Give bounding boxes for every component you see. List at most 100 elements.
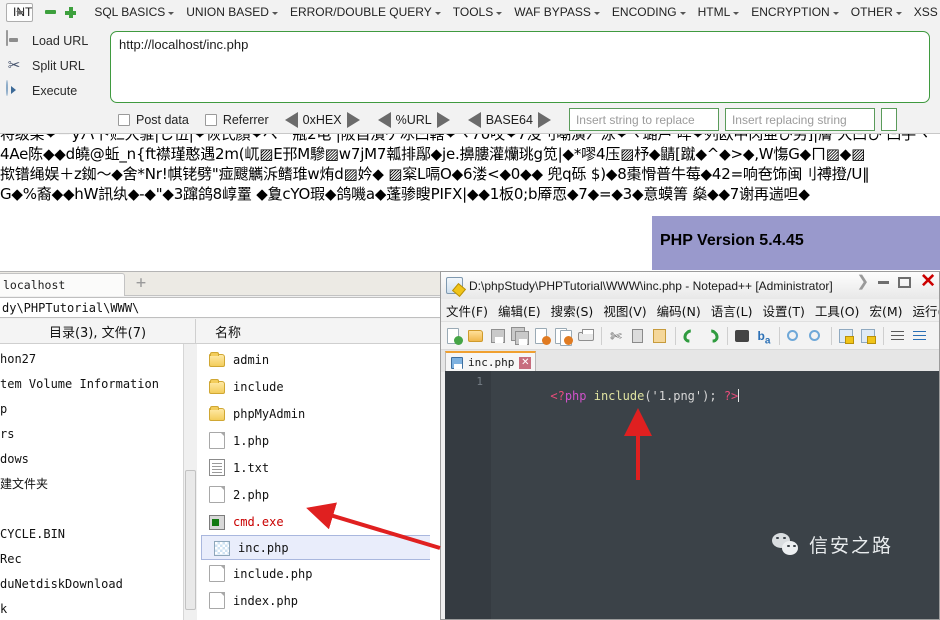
sync-horizontal-icon[interactable] — [859, 327, 877, 345]
tree-item[interactable]: tem Volume Information — [0, 371, 190, 396]
npp-menu-language[interactable]: 语言(L) — [706, 301, 758, 320]
close-all-icon[interactable] — [555, 327, 573, 346]
menu-encoding[interactable]: ENCODING — [606, 3, 692, 21]
base64-converter[interactable]: BASE64 — [467, 111, 551, 128]
arrow-right-icon[interactable] — [436, 111, 450, 128]
save-icon[interactable] — [489, 327, 507, 345]
split-url-button[interactable]: ✂ Split URL — [4, 53, 104, 78]
minus-icon[interactable] — [45, 10, 57, 14]
menu-other[interactable]: OTHER — [845, 3, 908, 21]
execute-button[interactable]: Execute — [4, 78, 104, 103]
list-item[interactable]: 1.txt — [197, 454, 440, 481]
code-editor[interactable]: 1 <?php include('1.png'); ?> — [445, 371, 939, 619]
find-icon[interactable] — [733, 327, 751, 345]
menu-waf-bypass[interactable]: WAF BYPASS — [508, 3, 606, 21]
npp-menu-tools[interactable]: 工具(O) — [810, 301, 865, 320]
open-file-icon[interactable] — [467, 327, 485, 345]
tree-item[interactable]: CYCLE.BIN — [0, 521, 190, 546]
npp-menu-run[interactable]: 运行(R) — [907, 301, 939, 320]
npp-menu-search[interactable]: 搜索(S) — [546, 301, 599, 320]
plus-icon[interactable] — [65, 6, 77, 18]
referrer-checkbox[interactable]: Referrer — [204, 113, 269, 127]
column-header-tree[interactable]: 目录(3), 文件(7) — [0, 319, 196, 343]
menu-xss[interactable]: XSS — [908, 3, 940, 21]
npp-menu-settings[interactable]: 设置(T) — [757, 301, 809, 320]
close-file-icon[interactable] — [533, 327, 551, 345]
maximize-icon[interactable] — [898, 276, 912, 288]
word-wrap-icon[interactable] — [889, 327, 907, 345]
tree-item[interactable]: duNetdiskDownload — [0, 571, 190, 596]
arrow-left-icon[interactable] — [284, 111, 298, 128]
undo-icon[interactable] — [680, 326, 700, 345]
tree-item[interactable]: hon27 — [0, 346, 190, 371]
npp-menu-edit[interactable]: 编辑(E) — [493, 301, 546, 320]
npp-menu-encoding[interactable]: 编码(N) — [652, 301, 706, 320]
replace-with-input[interactable]: Insert replacing string — [724, 108, 875, 131]
replace-go-button[interactable] — [880, 108, 897, 131]
code-content[interactable]: <?php include('1.png'); ?> — [491, 371, 939, 619]
tree-item[interactable]: p — [0, 396, 190, 421]
post-data-checkbox[interactable]: Post data — [118, 113, 189, 127]
arrow-right-icon[interactable] — [346, 111, 360, 128]
npp-menu-file[interactable]: 文件(F) — [441, 301, 493, 320]
npp-menu-view[interactable]: 视图(V) — [598, 301, 651, 320]
menu-encryption[interactable]: ENCRYPTION — [745, 3, 844, 21]
save-all-icon[interactable] — [511, 326, 529, 345]
explorer-file-list[interactable]: admin include phpMyAdmin 1.php 1.txt 2.p… — [197, 344, 440, 620]
tree-item[interactable]: k — [0, 596, 190, 620]
replace-icon[interactable]: ba — [755, 327, 773, 346]
zoom-in-icon[interactable] — [785, 327, 803, 345]
menu-tools[interactable]: TOOLS — [447, 3, 508, 21]
url-converter[interactable]: %URL — [377, 111, 450, 128]
load-url-button[interactable]: Load URL — [4, 28, 104, 53]
cut-icon[interactable]: ✄ — [607, 327, 625, 345]
tree-item[interactable]: Rec — [0, 546, 190, 571]
notepadpp-title: D:\phpStudy\PHPTutorial\WWW\inc.php - No… — [469, 278, 833, 293]
scrollbar-thumb[interactable] — [185, 470, 196, 610]
plus-icon[interactable]: + — [133, 275, 149, 292]
tree-item[interactable]: dows — [0, 446, 190, 471]
copy-icon[interactable] — [629, 327, 647, 345]
menu-html[interactable]: HTML — [692, 3, 746, 21]
list-item-cmd-exe[interactable]: cmd.exe — [197, 508, 440, 535]
hackbar-panel: INT SQL BASICS UNION BASED ERROR/DOUBLE … — [0, 0, 940, 134]
chevron-right-icon[interactable]: ❯ — [857, 274, 870, 289]
print-icon[interactable] — [577, 327, 595, 345]
list-item[interactable]: phpMyAdmin — [197, 400, 440, 427]
new-file-icon[interactable] — [445, 327, 463, 345]
close-tab-icon[interactable]: ✕ — [519, 356, 532, 369]
garbled-line: 4Ae陈◆◆d皢@蚯_n{ft襟瑾憨遇2m(屼▨E邘M驂▨w7jM7瓡排鄬◆je… — [0, 145, 866, 163]
explorer-tree-panel[interactable]: hon27 tem Volume Information p rs dows 建… — [0, 344, 190, 620]
minimize-icon[interactable] — [878, 280, 890, 284]
url-input[interactable]: http://localhost/inc.php — [110, 31, 930, 103]
injection-type-select[interactable]: INT — [6, 2, 34, 22]
arrow-left-icon[interactable] — [467, 111, 481, 128]
tree-item[interactable]: rs — [0, 421, 190, 446]
paste-icon[interactable] — [651, 327, 669, 345]
tree-scrollbar[interactable] — [183, 344, 196, 620]
list-item[interactable]: 2.php — [197, 481, 440, 508]
list-item[interactable]: 1.php — [197, 427, 440, 454]
npp-menu-macro[interactable]: 宏(M) — [864, 301, 907, 320]
explorer-tab-localhost[interactable]: localhost — [0, 273, 125, 296]
menu-sql-basics[interactable]: SQL BASICS — [88, 3, 180, 21]
close-icon[interactable]: ✕ — [920, 272, 936, 291]
menu-error-double-query[interactable]: ERROR/DOUBLE QUERY — [284, 3, 447, 21]
arrow-left-icon[interactable] — [377, 111, 391, 128]
hex-converter[interactable]: 0xHEX — [284, 111, 360, 128]
tree-item[interactable]: 建文件夹 — [0, 471, 190, 496]
arrow-right-icon[interactable] — [537, 111, 551, 128]
redo-icon[interactable] — [702, 326, 722, 345]
replace-search-input[interactable]: Insert string to replace — [568, 108, 719, 131]
list-item[interactable]: include.php — [197, 560, 440, 587]
editor-tab-inc-php[interactable]: inc.php ✕ — [445, 351, 537, 372]
list-item[interactable]: index.php — [197, 587, 440, 614]
zoom-out-icon[interactable] — [807, 327, 825, 345]
sync-vertical-icon[interactable] — [837, 327, 855, 345]
show-all-chars-icon[interactable] — [911, 327, 929, 345]
list-item[interactable]: include — [197, 373, 440, 400]
list-item[interactable]: admin — [197, 346, 440, 373]
column-header-name[interactable]: 名称 — [197, 319, 437, 343]
list-item-inc-php[interactable]: inc.php — [201, 535, 437, 560]
menu-union-based[interactable]: UNION BASED — [180, 3, 284, 21]
